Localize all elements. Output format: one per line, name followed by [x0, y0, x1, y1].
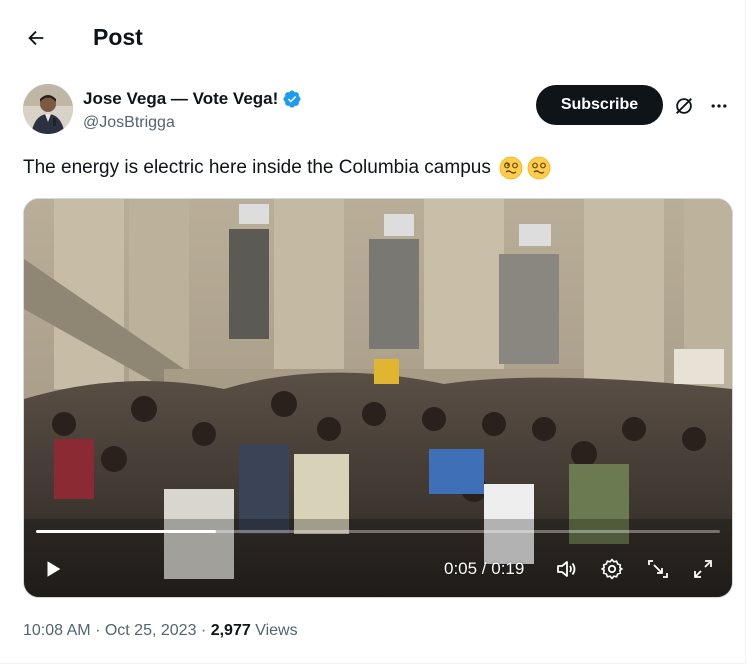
- settings-icon: [601, 558, 623, 580]
- video-frame: [24, 199, 732, 597]
- dizzy-face-emoji: [499, 156, 523, 180]
- video-player[interactable]: 0:05 / 0:19: [23, 198, 733, 598]
- video-progress-bar[interactable]: [36, 530, 720, 533]
- post-meta: 10:08 AM · Oct 25, 2023 · 2,977 Views: [23, 620, 298, 642]
- author-display-name: Jose Vega — Vote Vega!: [83, 89, 279, 108]
- subscribe-button[interactable]: Subscribe: [536, 85, 663, 125]
- play-icon: [47, 561, 61, 577]
- fullscreen-icon: [694, 560, 712, 578]
- volume-button[interactable]: [553, 556, 579, 582]
- picture-in-picture-button[interactable]: [645, 556, 671, 582]
- back-button[interactable]: [18, 20, 54, 56]
- page-title: Post: [93, 24, 143, 50]
- post-header: Post: [0, 0, 745, 72]
- more-options-button[interactable]: [706, 93, 732, 119]
- verified-badge-icon: [282, 89, 302, 109]
- post-time[interactable]: 10:08 AM: [23, 622, 91, 639]
- video-progress-fill: [36, 530, 216, 533]
- author-name[interactable]: Jose Vega — Vote Vega!: [83, 88, 302, 110]
- avatar[interactable]: [23, 84, 73, 134]
- views-label: Views: [255, 622, 298, 639]
- settings-button[interactable]: [599, 556, 625, 582]
- pip-icon: [648, 560, 668, 578]
- meta-separator: ·: [95, 622, 105, 639]
- tweet-text: The energy is electric here inside the C…: [23, 154, 551, 182]
- grok-button[interactable]: [671, 93, 697, 119]
- fullscreen-button[interactable]: [690, 556, 716, 582]
- post-page: Post Jose Vega — Vote Vega! @JosBtrigga …: [0, 0, 746, 664]
- arrow-left-icon: [28, 30, 44, 46]
- play-button[interactable]: [40, 556, 66, 582]
- post-date[interactable]: Oct 25, 2023: [105, 622, 197, 639]
- views-count: 2,977: [210, 622, 251, 639]
- tweet-body: The energy is electric here inside the C…: [23, 157, 491, 178]
- volume-icon: [557, 561, 576, 577]
- video-time: 0:05 / 0:19: [444, 559, 525, 578]
- dizzy-face-emoji: [527, 156, 551, 180]
- more-horizontal-icon: [711, 104, 727, 108]
- grok-icon: [676, 98, 692, 114]
- meta-separator: ·: [200, 622, 211, 639]
- author-handle[interactable]: @JosBtrigga: [83, 112, 175, 134]
- video-controls: 0:05 / 0:19: [24, 549, 732, 589]
- avatar-image: [23, 84, 73, 134]
